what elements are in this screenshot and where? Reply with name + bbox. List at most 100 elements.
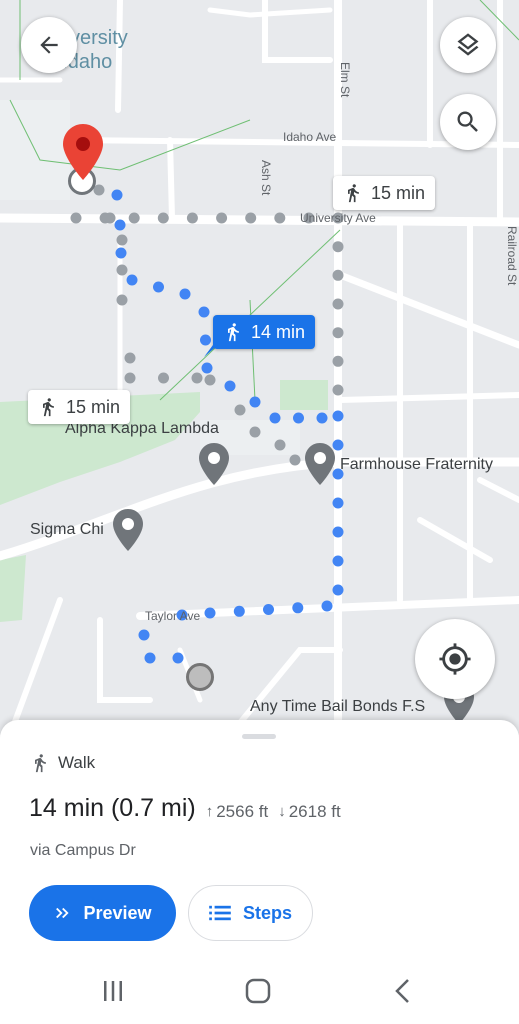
route-time-bubble-selected[interactable]: 14 min bbox=[213, 315, 316, 349]
preview-label: Preview bbox=[83, 902, 152, 923]
travel-mode-label: Walk bbox=[58, 753, 96, 772]
route-dot-active bbox=[144, 652, 156, 664]
route-dot-active bbox=[269, 412, 281, 424]
route-dot-alt bbox=[158, 372, 169, 384]
bubble-pointer bbox=[204, 345, 218, 357]
walk-icon bbox=[348, 184, 359, 203]
route-time-label: 15 min bbox=[66, 396, 121, 417]
recent-apps-icon[interactable] bbox=[101, 979, 125, 1003]
label-sigma-chi[interactable]: Sigma Chi bbox=[30, 521, 104, 539]
route-dot-active bbox=[224, 380, 236, 392]
route-dot-alt bbox=[124, 372, 136, 384]
back-button[interactable] bbox=[21, 17, 77, 73]
road bbox=[207, 7, 333, 18]
layers-icon bbox=[457, 33, 479, 56]
route-duration: 14 min (0.7 mi) bbox=[29, 794, 196, 822]
system-nav-bar bbox=[0, 960, 519, 1024]
label-elm-st: Elm St bbox=[338, 62, 352, 98]
route-dot-alt bbox=[274, 212, 286, 224]
route-via: via Campus Dr bbox=[30, 842, 136, 859]
label-taylor-ave: Taylor Ave bbox=[145, 609, 201, 623]
route-dot-alt bbox=[157, 212, 169, 224]
search-icon bbox=[457, 111, 478, 132]
route-dot-active bbox=[332, 497, 344, 509]
route-dot-alt bbox=[191, 372, 203, 384]
route-dot-alt bbox=[70, 212, 82, 224]
home-icon[interactable] bbox=[245, 978, 271, 1004]
steps-button[interactable]: Steps bbox=[188, 885, 313, 941]
route-time-bubble-alt[interactable]: 15 min bbox=[333, 176, 436, 210]
destination-pin-icon[interactable] bbox=[63, 124, 103, 180]
route-dot-active bbox=[316, 412, 328, 424]
route-dot-alt bbox=[216, 212, 228, 224]
route-dot-active bbox=[179, 288, 191, 300]
route-dot-active bbox=[293, 412, 304, 424]
double-chevron-right-icon bbox=[56, 907, 70, 919]
ascent-indicator: ↑ 2566 ft bbox=[206, 802, 269, 822]
label-farmhouse-fraternity[interactable]: Farmhouse Fraternity bbox=[340, 456, 493, 474]
place-pin-icon[interactable] bbox=[113, 509, 143, 551]
layers-button[interactable] bbox=[440, 17, 496, 73]
route-dot-alt bbox=[104, 212, 116, 224]
route-dot-alt bbox=[124, 352, 136, 364]
route-dot-alt bbox=[332, 298, 344, 310]
drag-handle[interactable] bbox=[242, 734, 276, 739]
walk-icon bbox=[35, 754, 46, 773]
route-dot-alt bbox=[93, 184, 105, 196]
label-university-ave: University Ave bbox=[300, 211, 376, 225]
arrow-down-icon: ↓ bbox=[278, 803, 286, 820]
list-icon bbox=[209, 905, 231, 921]
road-curved bbox=[0, 457, 519, 561]
route-time-bubble-alt[interactable]: 15 min bbox=[28, 390, 131, 424]
route-dot-active bbox=[153, 281, 164, 293]
place-pin-icon[interactable] bbox=[199, 443, 229, 485]
place-pin-icon[interactable] bbox=[305, 443, 335, 485]
route-dot-active bbox=[332, 526, 344, 538]
route-dot-alt bbox=[332, 269, 344, 281]
route-time-label: 14 min bbox=[251, 321, 306, 342]
arrow-up-icon: ↑ bbox=[205, 803, 214, 820]
route-dot-alt bbox=[128, 212, 140, 224]
route-dot-alt bbox=[116, 264, 128, 276]
label-railroad-st: Railroad St bbox=[505, 226, 519, 286]
my-location-icon bbox=[439, 643, 471, 675]
route-dot-alt bbox=[332, 327, 344, 339]
park-area bbox=[0, 555, 26, 622]
label-idaho-ave: Idaho Ave bbox=[283, 130, 337, 144]
ascent-value: 2566 ft bbox=[216, 801, 269, 821]
origin-marker[interactable] bbox=[186, 663, 214, 691]
steps-label: Steps bbox=[242, 902, 293, 923]
route-dot-active bbox=[233, 605, 245, 617]
road bbox=[477, 477, 519, 503]
route-dot-active bbox=[172, 652, 184, 664]
route-dot-alt bbox=[289, 454, 301, 466]
park-area bbox=[280, 380, 328, 410]
route-dot-active bbox=[332, 584, 344, 596]
route-dot-alt bbox=[332, 384, 344, 396]
route-dot-active bbox=[292, 602, 304, 614]
route-dot-active bbox=[111, 189, 123, 201]
arrow-back-icon bbox=[40, 36, 58, 54]
route-dot-active bbox=[321, 600, 333, 612]
preview-button[interactable]: Preview bbox=[29, 885, 176, 941]
route-dot-alt bbox=[116, 294, 128, 306]
route-dot-alt bbox=[234, 404, 246, 416]
route-dot-active bbox=[249, 396, 261, 408]
route-dot-active bbox=[200, 334, 211, 346]
search-button[interactable] bbox=[440, 94, 496, 150]
map-view[interactable]: University of Idaho Idaho Ave Ash St Elm… bbox=[0, 0, 519, 735]
descent-indicator: ↓ 2618 ft bbox=[278, 802, 341, 822]
my-location-button[interactable] bbox=[415, 619, 495, 699]
walk-icon bbox=[43, 398, 54, 417]
route-dot-alt bbox=[274, 439, 286, 451]
route-dot-active bbox=[114, 219, 126, 231]
route-time-label: 15 min bbox=[371, 182, 426, 203]
route-dot-active bbox=[138, 629, 150, 641]
label-bail-bonds[interactable]: Any Time Bail Bonds F.S bbox=[250, 698, 425, 716]
route-dot-active bbox=[332, 555, 344, 567]
route-dot-active bbox=[332, 410, 344, 422]
road-diagonal bbox=[336, 271, 519, 349]
road bbox=[167, 137, 175, 221]
back-nav-icon[interactable] bbox=[393, 978, 413, 1004]
route-dot-active bbox=[263, 604, 274, 615]
